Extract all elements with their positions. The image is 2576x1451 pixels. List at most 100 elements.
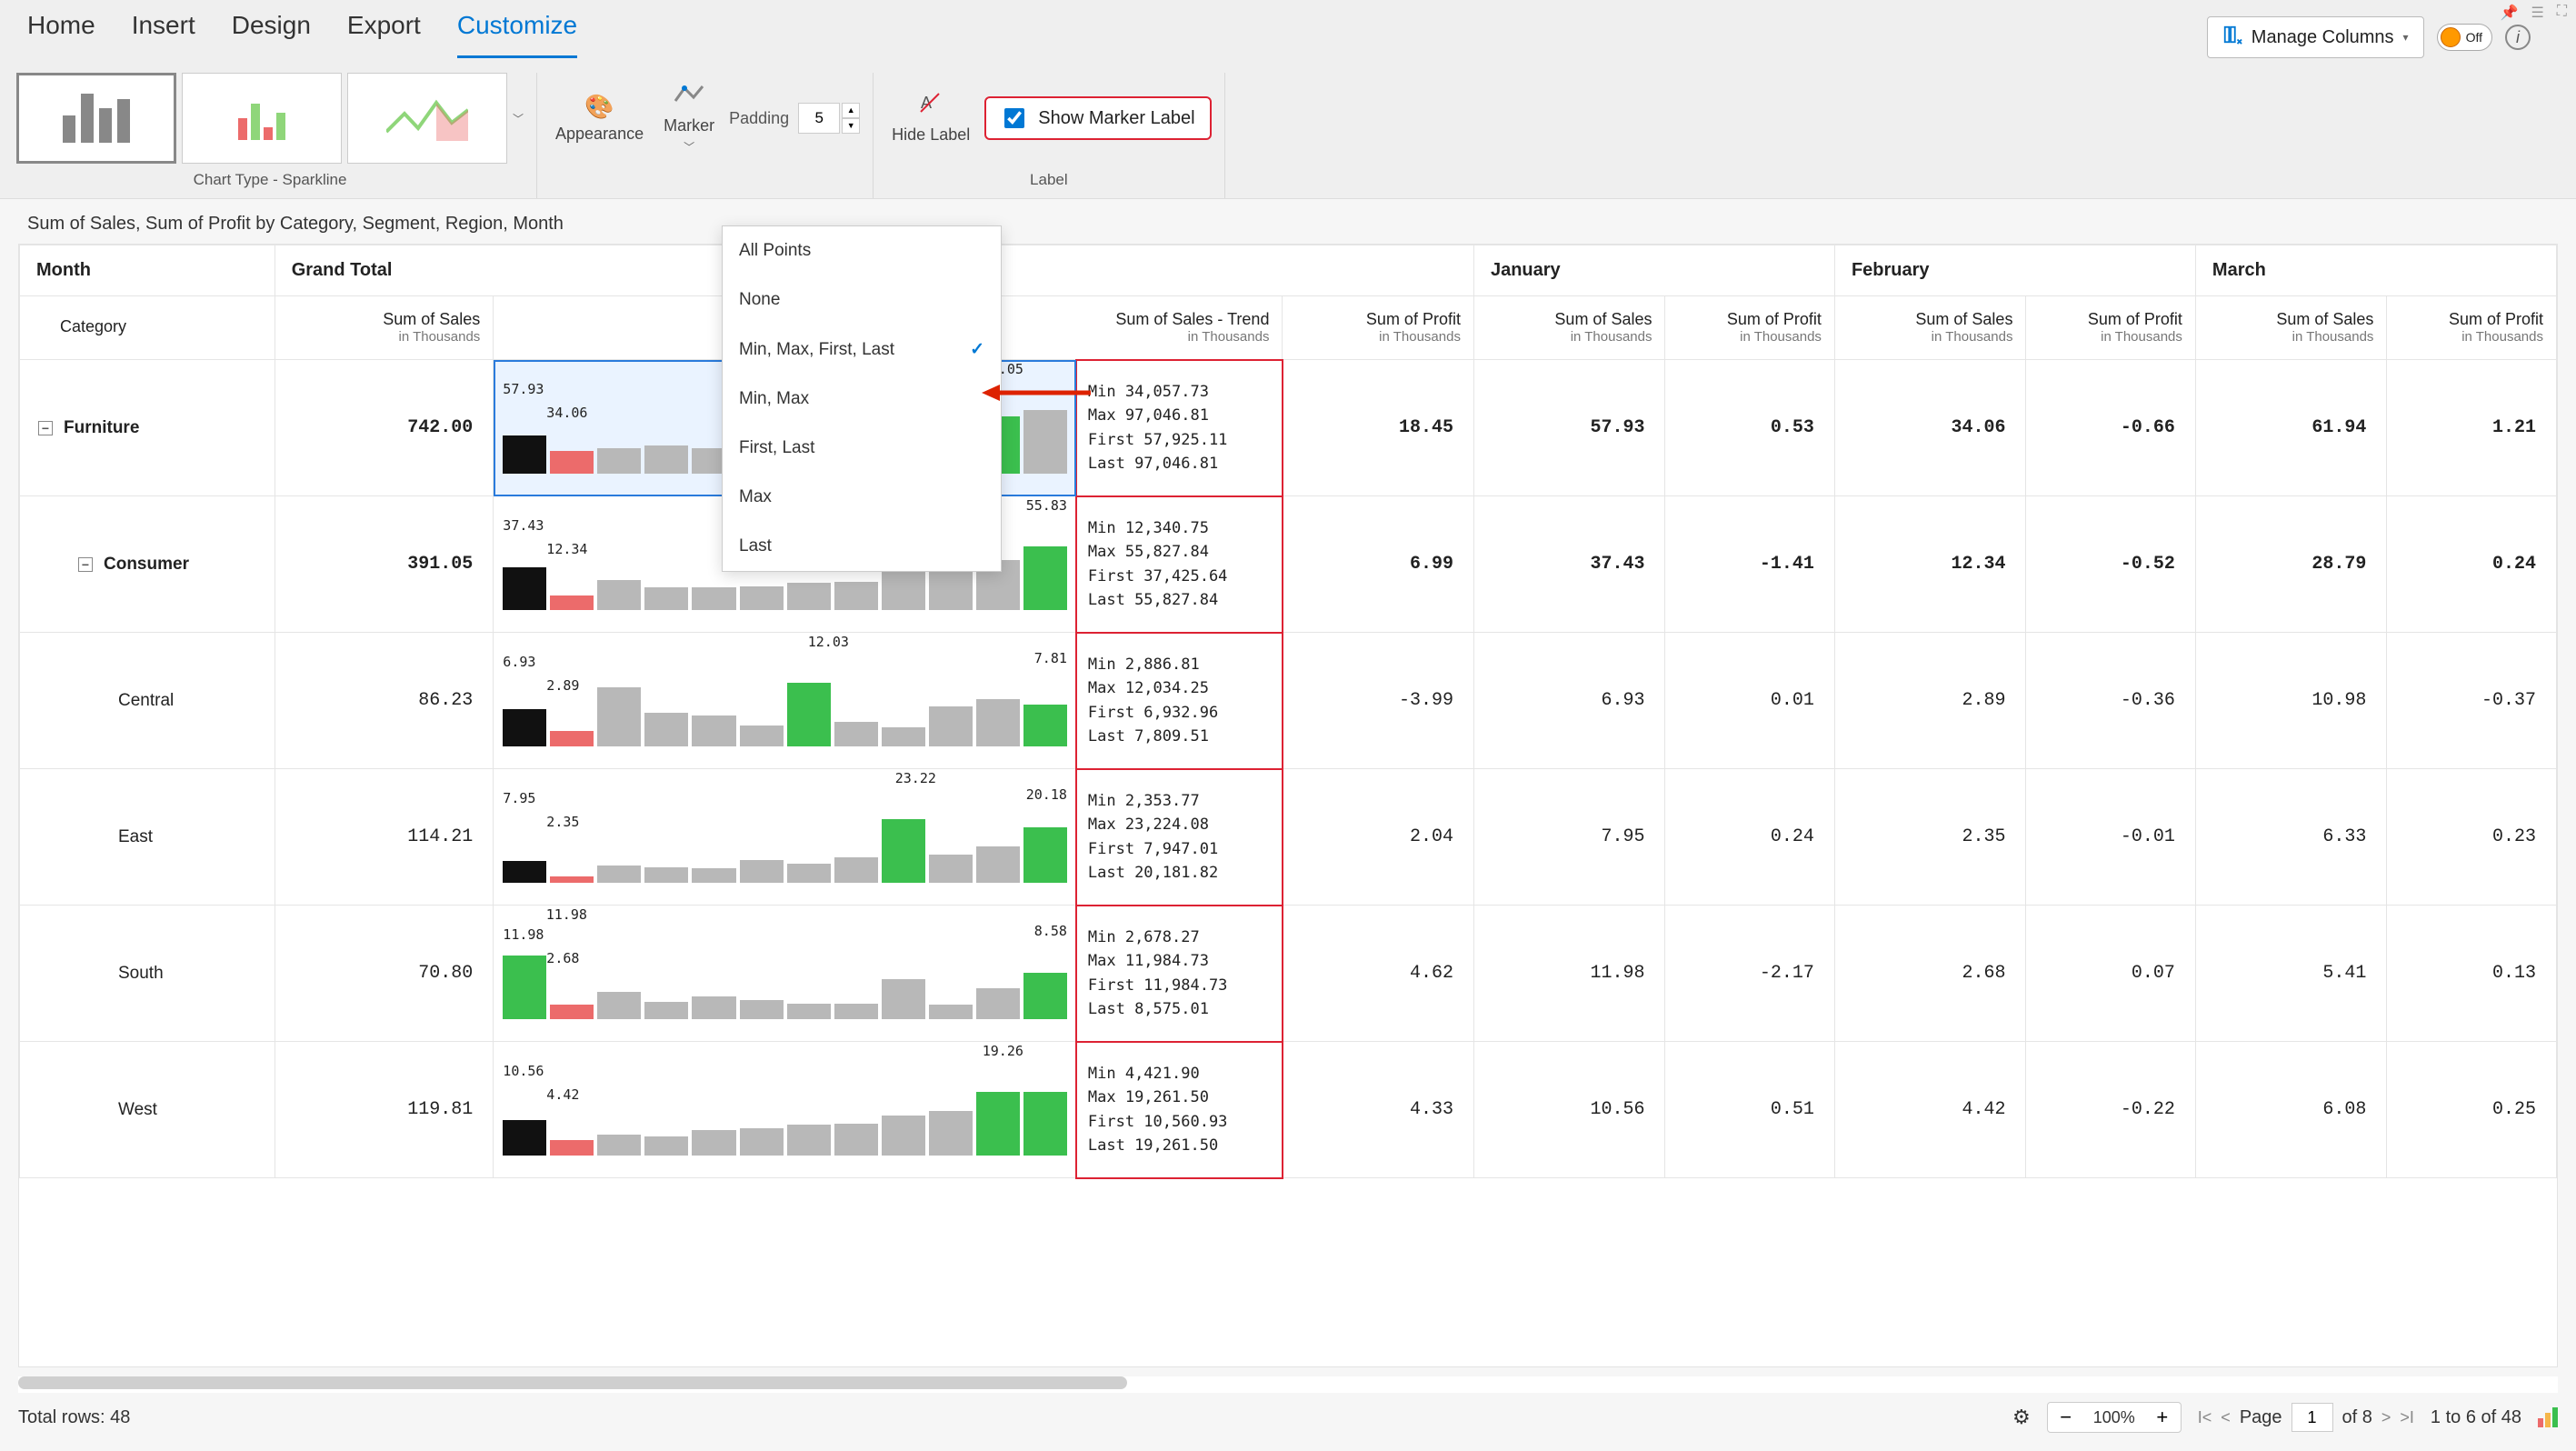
table-row[interactable]: South70.8011.982.6811.988.58Min 2,678.27… [20,906,2557,1042]
feb-sales: 2.68 [1834,906,2026,1042]
padding-stepper[interactable]: ▲ ▼ [798,103,860,134]
header-february[interactable]: February [1834,245,2195,296]
horizontal-scrollbar[interactable] [18,1376,2558,1393]
sparkline-cell[interactable]: 6.932.8912.037.81 [494,633,1077,769]
page-label: Page [2240,1407,2282,1428]
header-march[interactable]: March [2195,245,2556,296]
sparkline-cell[interactable]: 11.982.6811.988.58 [494,906,1077,1042]
category-name: West [118,1100,157,1119]
page-next-button[interactable]: > [2381,1408,2391,1427]
collapse-icon[interactable]: − [78,557,93,572]
chart-type-winloss[interactable] [182,73,342,164]
table-row[interactable]: −Consumer391.0537.4312.3455.83Min 12,340… [20,496,2557,633]
header-jan-profit[interactable]: Sum of Profitin Thousands [1665,296,1834,360]
zoom-in-button[interactable]: + [2150,1405,2175,1430]
spark-bar [834,582,878,610]
winloss-icon [238,96,285,140]
sparkline-cell[interactable]: 10.564.4219.26 [494,1042,1077,1178]
status-bar: Total rows: 48 ⚙ − 100% + I< < Page of 8… [0,1393,2576,1451]
data-density-icon[interactable] [2538,1407,2558,1427]
spark-bar [976,988,1020,1019]
category-cell[interactable]: Central [20,633,275,769]
spark-last-label: 8.58 [1034,923,1067,939]
collapse-icon[interactable]: − [38,421,53,435]
padding-input[interactable] [798,103,840,134]
spark-bar [929,706,973,746]
show-marker-label-checkbox[interactable]: Show Marker Label [984,96,1211,140]
menu-customize[interactable]: Customize [457,11,577,58]
marker-option-min-max-first-last[interactable]: Min, Max, First, Last✓ [723,325,1001,375]
marker-option-none[interactable]: None [723,275,1001,325]
chevron-down-icon[interactable]: ﹀ [513,111,524,126]
page-last-button[interactable]: >I [2400,1408,2414,1427]
category-cell[interactable]: East [20,769,275,906]
header-gt-profit[interactable]: Sum of Profitin Thousands [1283,296,1474,360]
header-feb-profit[interactable]: Sum of Profitin Thousands [2026,296,2195,360]
spark-bar [1023,1092,1067,1156]
category-cell[interactable]: South [20,906,275,1042]
performance-toggle[interactable]: Off [2437,24,2492,51]
header-category[interactable]: Category [20,296,275,360]
table-row[interactable]: −Furniture742.0057.9334.0697.05Min 34,05… [20,360,2557,496]
spark-bar [550,1140,594,1155]
category-name: East [118,827,153,846]
table-row[interactable]: East114.217.952.3523.2220.18Min 2,353.77… [20,769,2557,906]
menu-home[interactable]: Home [27,11,95,58]
spark-bar [503,956,546,1019]
chevron-down-icon: ▾ [2403,31,2409,44]
category-cell[interactable]: −Furniture [20,360,275,496]
spark-max-label: 55.83 [1026,497,1067,514]
zoom-out-button[interactable]: − [2053,1405,2079,1430]
category-cell[interactable]: −Consumer [20,496,275,633]
jan-profit: 0.24 [1665,769,1834,906]
gear-icon[interactable]: ⚙ [2012,1406,2031,1429]
padding-step-down[interactable]: ▼ [842,118,860,134]
appearance-button[interactable]: 🎨 Appearance [550,93,649,144]
chart-type-area[interactable] [347,73,507,164]
manage-columns-button[interactable]: Manage Columns ▾ [2207,16,2424,58]
header-gt-sales[interactable]: Sum of Salesin Thousands [275,296,494,360]
marker-option-last[interactable]: Last [723,522,1001,571]
marker-option-first-last[interactable]: First, Last [723,424,1001,473]
spark-bar [644,445,688,474]
page-prev-button[interactable]: < [2221,1408,2231,1427]
menu-design[interactable]: Design [232,11,311,58]
page-input[interactable] [2291,1403,2333,1432]
header-january[interactable]: January [1473,245,1834,296]
category-cell[interactable]: West [20,1042,275,1178]
spark-bar [692,715,735,746]
appearance-label: Appearance [555,125,644,144]
bar-chart-icon [63,94,130,143]
header-month[interactable]: Month [20,245,275,296]
info-icon[interactable]: i [2505,25,2531,50]
marker-option-all-points[interactable]: All Points [723,226,1001,275]
table-row[interactable]: West119.8110.564.4219.26Min 4,421.90Max … [20,1042,2557,1178]
marker-option-max[interactable]: Max [723,473,1001,522]
category-name: Furniture [64,418,139,437]
pin-icon[interactable]: 📌 [2501,4,2519,22]
page-first-button[interactable]: I< [2198,1408,2212,1427]
spark-bar [929,855,973,883]
padding-step-up[interactable]: ▲ [842,103,860,118]
filter-icon[interactable]: ☰ [2531,4,2543,22]
expand-icon[interactable]: ⛶ [2557,4,2567,22]
marker-option-min-max[interactable]: Min, Max [723,375,1001,424]
header-mar-sales[interactable]: Sum of Salesin Thousands [2195,296,2387,360]
marker-button[interactable]: Marker ﹀ [658,83,720,155]
show-marker-label-input[interactable] [1004,108,1024,128]
window-corner-icons: 📌 ☰ ⛶ [2501,4,2567,22]
marker-label-cell: Min 12,340.75Max 55,827.84First 37,425.6… [1076,496,1283,633]
header-jan-sales[interactable]: Sum of Salesin Thousands [1473,296,1665,360]
spark-bar [740,1128,784,1155]
table-row[interactable]: Central86.236.932.8912.037.81Min 2,886.8… [20,633,2557,769]
menu-insert[interactable]: Insert [132,11,195,58]
menu-export[interactable]: Export [347,11,421,58]
header-feb-sales[interactable]: Sum of Salesin Thousands [1834,296,2026,360]
spark-bar [882,819,925,883]
mar-sales: 5.41 [2195,906,2387,1042]
sparkline-cell[interactable]: 7.952.3523.2220.18 [494,769,1077,906]
zoom-control[interactable]: − 100% + [2047,1402,2182,1433]
hide-label-button[interactable]: A Hide Label [886,92,975,145]
header-mar-profit[interactable]: Sum of Profitin Thousands [2387,296,2557,360]
chart-type-bar[interactable] [16,73,176,164]
